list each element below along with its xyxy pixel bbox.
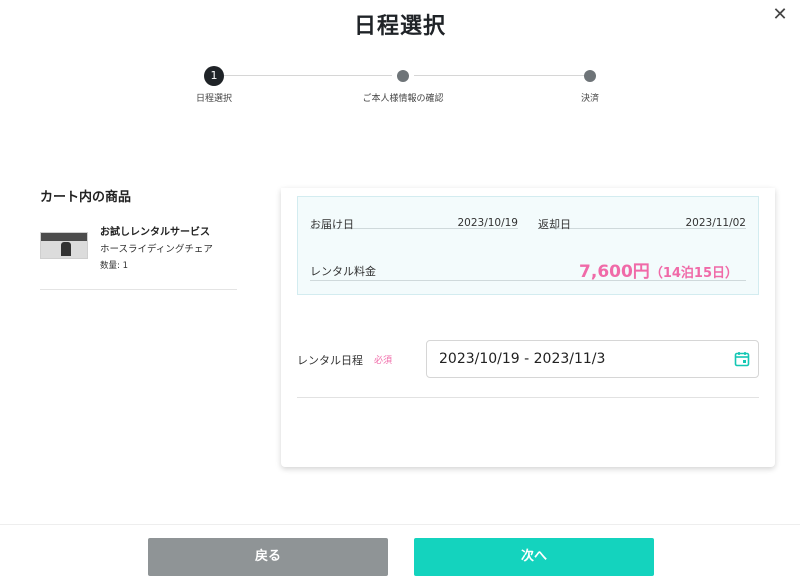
product-thumbnail bbox=[40, 232, 88, 259]
footer: 戻る 次へ bbox=[0, 524, 800, 581]
step-1-indicator: 1 bbox=[204, 66, 224, 86]
delivery-date-value: 2023/10/19 bbox=[457, 217, 518, 229]
return-date-value: 2023/11/02 bbox=[685, 217, 746, 229]
rental-fee-label: レンタル料金 bbox=[310, 265, 376, 278]
calendar-icon[interactable] bbox=[734, 351, 750, 367]
cart-heading: カート内の商品 bbox=[40, 190, 132, 205]
step-connector bbox=[414, 75, 584, 76]
rental-summary: お届け日 2023/10/19 返却日 2023/11/02 レンタル料金 7,… bbox=[297, 196, 759, 295]
delivery-date-label: お届け日 bbox=[310, 218, 354, 231]
rental-period-label: レンタル日程 bbox=[297, 354, 363, 367]
step-3-indicator bbox=[584, 70, 596, 82]
rental-fee-row: レンタル料金 7,600円（14泊15日） bbox=[310, 255, 746, 282]
page-title: 日程選択 bbox=[353, 14, 446, 39]
rental-period-input[interactable]: 2023/10/19 - 2023/11/3 bbox=[426, 340, 759, 378]
delivery-date-field: お届け日 2023/10/19 bbox=[310, 199, 518, 231]
close-icon[interactable]: ✕ bbox=[768, 4, 792, 28]
back-button[interactable]: 戻る bbox=[148, 538, 388, 576]
rental-period-value: 2023/10/19 - 2023/11/3 bbox=[439, 351, 606, 367]
next-button[interactable]: 次へ bbox=[414, 538, 654, 576]
item-name: お試しレンタルサービス bbox=[100, 227, 210, 238]
stepper: 1 日程選択 ご本人様情報の確認 決済 bbox=[0, 66, 800, 106]
return-date-field: 返却日 2023/11/02 bbox=[538, 199, 746, 231]
item-quantity: 数量: 1 bbox=[100, 261, 128, 271]
booking-panel: お届け日 2023/10/19 返却日 2023/11/02 レンタル料金 7,… bbox=[281, 188, 775, 467]
step-connector bbox=[224, 75, 392, 76]
return-date-label: 返却日 bbox=[538, 218, 571, 231]
rental-fee-nights: （14泊15日） bbox=[649, 266, 738, 281]
step-1-label: 日程選択 bbox=[195, 94, 233, 104]
rental-fee-amount: 7,600円 bbox=[579, 262, 650, 282]
required-badge: 必須 bbox=[374, 356, 393, 366]
step-2-label: ご本人様情報の確認 bbox=[362, 94, 444, 104]
cart-item: お試しレンタルサービス ホースライディングチェア 数量: 1 bbox=[40, 220, 237, 290]
divider bbox=[297, 397, 759, 398]
page: 日程選択 ✕ 1 日程選択 ご本人様情報の確認 決済 カート内の商品 お試しレン… bbox=[0, 0, 800, 581]
step-3-label: 決済 bbox=[580, 94, 600, 104]
item-product: ホースライディングチェア bbox=[100, 244, 213, 255]
rental-fee-price: 7,600円（14泊15日） bbox=[579, 257, 738, 282]
step-2-indicator bbox=[397, 70, 409, 82]
